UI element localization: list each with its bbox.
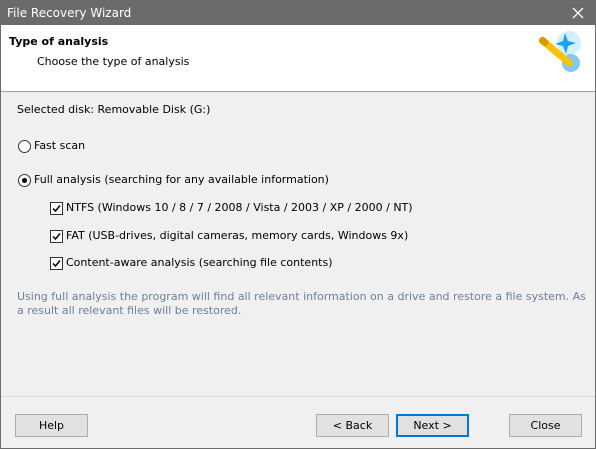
checkmark-icon xyxy=(52,260,61,268)
wizard-content: Selected disk: Removable Disk (G:) Fast … xyxy=(1,92,595,392)
close-icon xyxy=(572,7,584,19)
checkmark-icon xyxy=(52,233,61,241)
step-subtitle: Choose the type of analysis xyxy=(37,55,190,68)
full-analysis-label[interactable]: Full analysis (searching for any availab… xyxy=(34,173,329,186)
ntfs-checkbox[interactable] xyxy=(50,202,63,215)
fat-label[interactable]: FAT (USB-drives, digital cameras, memory… xyxy=(66,229,408,242)
window-close-button[interactable] xyxy=(561,1,595,25)
content-aware-label[interactable]: Content-aware analysis (searching file c… xyxy=(66,256,333,269)
step-title: Type of analysis xyxy=(9,35,109,48)
back-button[interactable]: < Back xyxy=(316,414,389,437)
content-aware-checkbox[interactable] xyxy=(50,257,63,270)
fast-scan-label[interactable]: Fast scan xyxy=(34,139,85,152)
title-bar: File Recovery Wizard xyxy=(1,1,595,25)
fat-checkbox[interactable] xyxy=(50,230,63,243)
analysis-description: Using full analysis the program will fin… xyxy=(17,290,586,317)
wizard-header: Type of analysis Choose the type of anal… xyxy=(1,25,595,92)
wizard-window: File Recovery Wizard Type of analysis Ch… xyxy=(0,0,596,449)
close-button[interactable]: Close xyxy=(509,414,582,437)
fast-scan-radio[interactable] xyxy=(18,140,31,153)
next-button[interactable]: Next > xyxy=(396,414,469,437)
magic-wand-icon xyxy=(538,31,581,72)
help-button[interactable]: Help xyxy=(15,414,88,437)
full-analysis-radio[interactable] xyxy=(18,174,31,187)
selected-disk-label: Selected disk: Removable Disk (G:) xyxy=(17,103,211,116)
window-title: File Recovery Wizard xyxy=(7,6,132,20)
footer-divider xyxy=(1,396,595,397)
checkmark-icon xyxy=(52,205,61,213)
ntfs-label[interactable]: NTFS (Windows 10 / 8 / 7 / 2008 / Vista … xyxy=(66,201,413,214)
